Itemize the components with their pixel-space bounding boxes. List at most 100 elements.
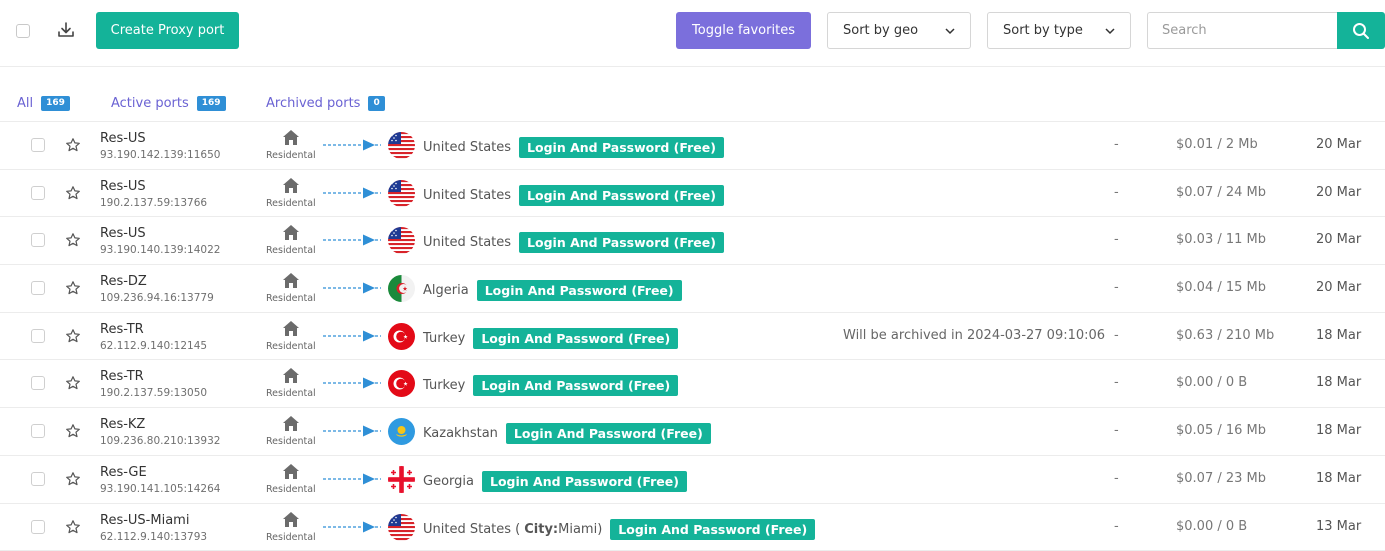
table-row: Res-US-Miami 62.112.9.140:13793 Resident… <box>0 504 1385 551</box>
dash-text: - <box>1114 280 1119 296</box>
create-proxy-port-button[interactable]: Create Proxy port <box>96 12 239 49</box>
proxy-type-label: Residental <box>266 245 316 257</box>
table-row: Res-TR 62.112.9.140:12145 Residental Tur… <box>0 313 1385 361</box>
country-cell: United States Login And Password (Free) <box>423 232 724 254</box>
tab-active-ports[interactable]: Active ports 169 <box>111 96 226 111</box>
home-icon <box>283 511 299 527</box>
country-cell: Kazakhstan Login And Password (Free) <box>423 423 711 445</box>
row-checkbox[interactable] <box>31 233 45 248</box>
star-icon[interactable] <box>65 232 81 248</box>
tab-label: All <box>17 96 34 111</box>
port-name: Res-KZ <box>100 417 146 433</box>
row-checkbox[interactable] <box>31 424 45 439</box>
star-icon[interactable] <box>65 137 81 153</box>
created-date: 20 Mar <box>1316 137 1362 152</box>
home-icon <box>283 225 299 241</box>
download-icon[interactable] <box>56 20 76 40</box>
port-name: Res-US-Miami <box>100 512 190 528</box>
star-icon[interactable] <box>65 280 81 296</box>
price-usage: $0.01 / 2 Mb <box>1176 137 1258 152</box>
flag-kz-icon <box>388 418 415 446</box>
row-checkbox[interactable] <box>31 281 45 296</box>
flag-us-icon <box>388 179 415 207</box>
search-icon <box>1353 22 1369 39</box>
table-row: Res-US 93.190.140.139:14022 Residental U… <box>0 217 1385 266</box>
port-name: Res-US <box>100 178 146 194</box>
table-row: Res-GE 93.190.141.105:14264 Residental G… <box>0 456 1385 504</box>
country-cell: Algeria Login And Password (Free) <box>423 280 682 302</box>
country-name: Kazakhstan <box>423 426 498 442</box>
chevron-down-icon <box>945 28 955 35</box>
table-row: Res-TR 190.2.137.59:13050 Residental Tur… <box>0 360 1385 409</box>
flag-us-icon <box>388 132 415 159</box>
count-badge: 0 <box>368 96 385 111</box>
created-date: 18 Mar <box>1316 375 1362 391</box>
star-icon[interactable] <box>65 423 81 439</box>
star-icon[interactable] <box>65 185 81 201</box>
proxy-type-label: Residental <box>266 293 316 305</box>
flag-ge-icon <box>388 465 415 493</box>
flag-tr-icon <box>388 322 415 350</box>
country-name: Georgia <box>423 473 474 489</box>
star-icon[interactable] <box>65 471 81 487</box>
select-all-checkbox[interactable] <box>16 24 30 38</box>
auth-badge: Login And Password (Free) <box>473 375 679 397</box>
port-tabs: All 169 Active ports 169 Archived ports … <box>0 68 1385 122</box>
dashed-arrow-icon <box>323 139 381 151</box>
country-name: United States <box>423 235 512 251</box>
port-address: 93.190.141.105:14264 <box>100 482 221 495</box>
created-date: 18 Mar <box>1316 423 1362 439</box>
row-checkbox[interactable] <box>31 376 45 391</box>
row-checkbox[interactable] <box>31 471 45 486</box>
star-icon[interactable] <box>65 375 81 391</box>
table-row: Res-US 93.190.142.139:11650 Residental U… <box>0 122 1385 170</box>
search-input[interactable] <box>1147 12 1338 49</box>
home-icon <box>283 368 299 384</box>
price-usage: $0.07 / 24 Mb <box>1176 184 1267 200</box>
created-date: 20 Mar <box>1316 280 1362 296</box>
city-value: Miami) <box>558 521 603 537</box>
port-name: Res-DZ <box>100 274 147 290</box>
toolbar: Create Proxy port Toggle favorites Sort … <box>0 0 1385 67</box>
proxy-type-label: Residental <box>266 436 316 448</box>
created-date: 18 Mar <box>1316 470 1362 486</box>
sort-by-geo-select[interactable]: Sort by geo <box>827 12 971 49</box>
port-name: Res-GE <box>100 464 147 480</box>
proxy-type-label: Residental <box>266 150 316 161</box>
count-badge: 169 <box>196 96 226 111</box>
country-cell: Georgia Login And Password (Free) <box>423 470 687 492</box>
tab-all[interactable]: All 169 <box>17 96 70 111</box>
table-row: Res-DZ 109.236.94.16:13779 Residental Al… <box>0 265 1385 313</box>
dash-text: - <box>1114 232 1119 248</box>
star-icon[interactable] <box>65 328 81 344</box>
row-checkbox[interactable] <box>31 138 45 152</box>
sort-by-geo-label: Sort by geo <box>843 23 919 38</box>
country-cell: United States Login And Password (Free) <box>423 137 724 158</box>
row-checkbox[interactable] <box>31 185 45 200</box>
country-cell: United States (City: Miami) Login And Pa… <box>423 518 816 540</box>
row-checkbox[interactable] <box>31 519 45 534</box>
star-icon[interactable] <box>65 519 81 535</box>
sort-by-type-select[interactable]: Sort by type <box>987 12 1131 49</box>
created-date: 18 Mar <box>1316 327 1362 343</box>
toggle-favorites-button[interactable]: Toggle favorites <box>676 12 811 49</box>
tab-archived-ports[interactable]: Archived ports 0 <box>266 96 385 111</box>
country-name: Turkey <box>423 378 466 394</box>
port-address: 62.112.9.140:12145 <box>100 339 208 352</box>
row-checkbox[interactable] <box>31 328 45 343</box>
port-name: Res-US <box>100 131 146 146</box>
dash-text: - <box>1114 327 1119 343</box>
country-name: United States <box>423 187 512 203</box>
dashed-arrow-icon <box>323 330 381 342</box>
port-address: 190.2.137.59:13050 <box>100 387 208 400</box>
port-address: 109.236.80.210:13932 <box>100 435 221 448</box>
home-icon <box>283 273 299 289</box>
table-row: Res-US 190.2.137.59:13766 Residental Uni… <box>0 170 1385 218</box>
search-button[interactable] <box>1337 12 1385 49</box>
dashed-arrow-icon <box>323 187 381 199</box>
country-name: Turkey <box>423 330 466 346</box>
flag-us-icon <box>388 227 415 255</box>
proxy-type-label: Residental <box>266 531 316 543</box>
country-cell: United States Login And Password (Free) <box>423 184 724 206</box>
auth-badge: Login And Password (Free) <box>519 232 724 254</box>
